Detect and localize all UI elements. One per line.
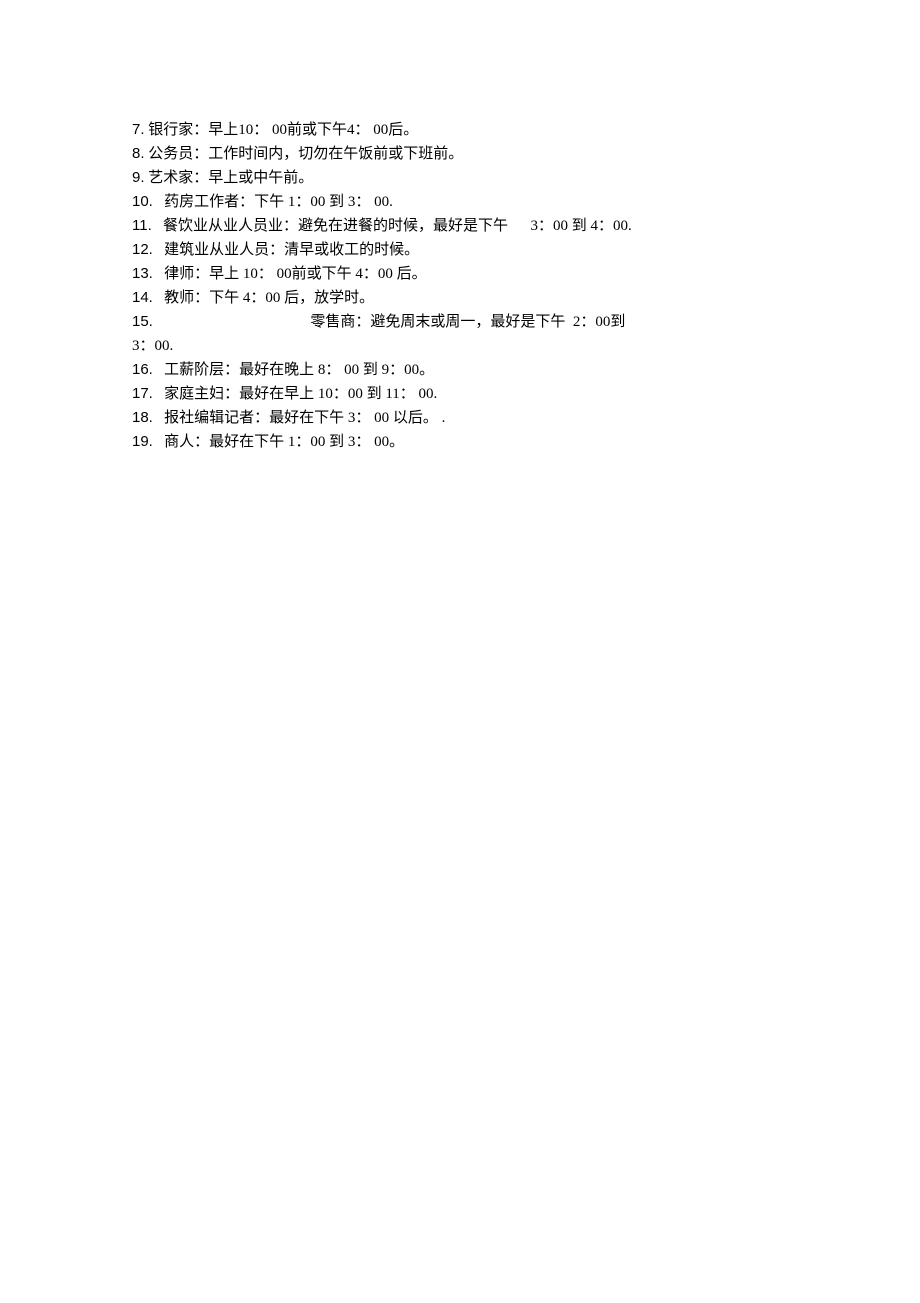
document-content: 7. 银行家：早上10： 00前或下午4： 00后。 8. 公务员：工作时间内，…	[132, 118, 790, 454]
item-number: 10.	[132, 193, 153, 210]
list-item: 17. 家庭主妇：最好在早上 10：00 到 11： 00.	[132, 382, 790, 406]
item-number: 11.	[132, 217, 152, 234]
item-number: 15.	[132, 313, 153, 330]
item-text: 报社编辑记者：最好在下午 3： 00 以后。 .	[153, 410, 446, 426]
list-item: 15. 零售商：避免周末或周一，最好是下午 2：00到	[132, 310, 790, 334]
item-number: 14.	[132, 289, 153, 306]
item-text: 公务员：工作时间内，切勿在午饭前或下班前。	[145, 146, 464, 162]
item-number: 16.	[132, 361, 153, 378]
list-item: 11. 餐饮业从业人员业：避免在进餐的时候，最好是下午 3：00 到 4：00.	[132, 214, 790, 238]
list-item: 16. 工薪阶层：最好在晚上 8： 00 到 9：00。	[132, 358, 790, 382]
list-item: 10. 药房工作者：下午 1：00 到 3： 00.	[132, 190, 790, 214]
list-item: 8. 公务员：工作时间内，切勿在午饭前或下班前。	[132, 142, 790, 166]
item-text: 家庭主妇：最好在早上 10：00 到 11： 00.	[153, 386, 437, 402]
item-text: 艺术家：早上或中午前。	[145, 170, 314, 186]
item-number: 17.	[132, 385, 153, 402]
item-number: 19.	[132, 433, 153, 450]
item-number: 8.	[132, 145, 145, 162]
item-number: 13.	[132, 265, 153, 282]
item-text: 工薪阶层：最好在晚上 8： 00 到 9：00。	[153, 362, 434, 378]
item-text: 商人：最好在下午 1：00 到 3： 00。	[153, 434, 404, 450]
list-item: 18. 报社编辑记者：最好在下午 3： 00 以后。 .	[132, 406, 790, 430]
item-text: 银行家：早上10： 00前或下午4： 00后。	[145, 122, 419, 138]
item-number: 7.	[132, 121, 145, 138]
item-text: 餐饮业从业人员业：避免在进餐的时候，最好是下午 3：00 到 4：00.	[152, 218, 632, 234]
item-text: 零售商：避免周末或周一，最好是下午 2：00到	[153, 314, 626, 330]
item-number: 9.	[132, 169, 145, 186]
list-item: 13. 律师：早上 10： 00前或下午 4：00 后。	[132, 262, 790, 286]
item-text: 药房工作者：下午 1：00 到 3： 00.	[153, 194, 393, 210]
item-text: 律师：早上 10： 00前或下午 4：00 后。	[153, 266, 427, 282]
item-number: 12.	[132, 241, 153, 258]
list-item: 14. 教师：下午 4：00 后，放学时。	[132, 286, 790, 310]
list-item: 19. 商人：最好在下午 1：00 到 3： 00。	[132, 430, 790, 454]
item-number: 18.	[132, 409, 153, 426]
list-item: 9. 艺术家：早上或中午前。	[132, 166, 790, 190]
list-item: 7. 银行家：早上10： 00前或下午4： 00后。	[132, 118, 790, 142]
item-text: 教师：下午 4：00 后，放学时。	[153, 290, 374, 306]
list-item: 12. 建筑业从业人员：清早或收工的时候。	[132, 238, 790, 262]
list-item: 3：00.	[132, 334, 790, 358]
item-text: 建筑业从业人员：清早或收工的时候。	[153, 242, 419, 258]
item-text: 3：00.	[132, 338, 173, 354]
